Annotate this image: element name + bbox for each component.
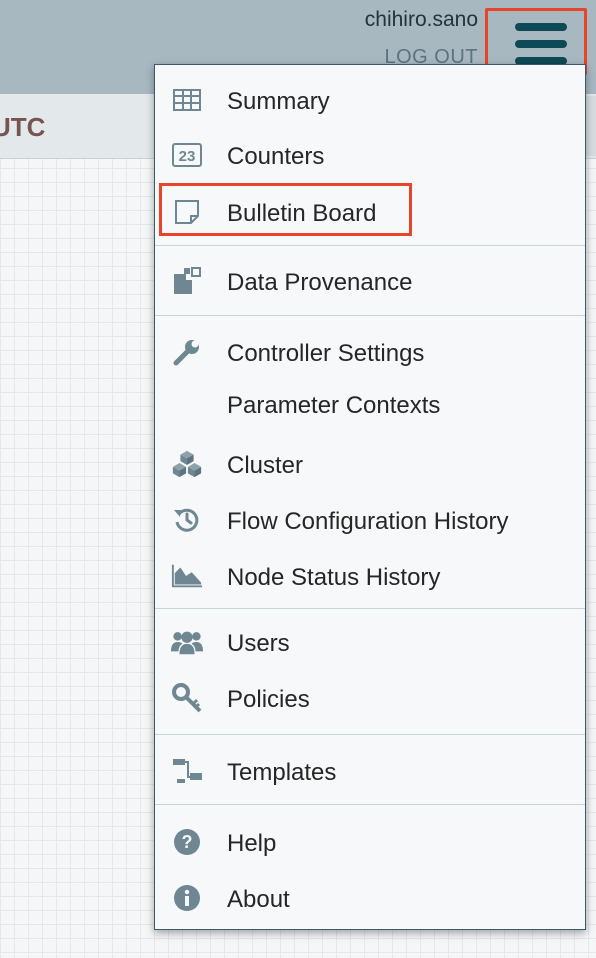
menu-item-label: Node Status History <box>227 564 441 591</box>
area-chart-icon <box>171 560 203 592</box>
menu-divider <box>155 315 585 316</box>
counter-icon: 23 <box>171 139 203 171</box>
cubes-icon <box>171 448 203 480</box>
history-icon <box>171 504 203 536</box>
hamburger-icon <box>515 23 567 31</box>
menu-item-flow-configuration-history[interactable]: Flow Configuration History <box>155 496 585 544</box>
menu-item-label: Help <box>227 830 277 857</box>
menu-item-label: Policies <box>227 686 310 713</box>
menu-divider <box>155 804 585 805</box>
menu-item-label: About <box>227 886 290 913</box>
svg-text:?: ? <box>182 832 193 852</box>
menu-item-users[interactable]: Users <box>155 618 585 666</box>
menu-divider <box>155 608 585 609</box>
wrench-icon <box>171 336 203 368</box>
menu-item-controller-settings[interactable]: Controller Settings <box>155 328 585 376</box>
menu-item-templates[interactable]: Templates <box>155 747 585 795</box>
menu-item-policies[interactable]: Policies <box>155 674 585 722</box>
bulletin-board-highlight <box>159 183 412 236</box>
menu-item-label: Templates <box>227 759 337 786</box>
menu-item-label: Controller Settings <box>227 340 425 367</box>
menu-divider <box>155 734 585 735</box>
menu-item-label: Data Provenance <box>227 269 413 296</box>
users-icon <box>171 626 203 658</box>
menu-item-label: Parameter Contexts <box>227 392 441 419</box>
templates-icon <box>171 755 203 787</box>
current-user-name: chihiro.sano <box>364 8 478 31</box>
menu-item-label: Users <box>227 630 290 657</box>
key-icon <box>171 682 203 714</box>
timezone-label: UTC <box>0 112 46 142</box>
menu-item-about[interactable]: About <box>155 874 585 922</box>
menu-item-help[interactable]: ? Help <box>155 818 585 866</box>
menu-divider <box>155 245 585 246</box>
provenance-icon <box>171 265 203 297</box>
menu-item-data-provenance[interactable]: Data Provenance <box>155 257 585 305</box>
menu-item-summary[interactable]: Summary <box>155 76 585 124</box>
question-circle-icon: ? <box>171 826 203 858</box>
info-circle-icon <box>171 882 203 914</box>
table-icon <box>171 84 203 116</box>
menu-item-node-status-history[interactable]: Node Status History <box>155 552 585 600</box>
menu-item-cluster[interactable]: Cluster <box>155 440 585 488</box>
menu-item-label: Flow Configuration History <box>227 508 509 535</box>
menu-item-counters[interactable]: 23 Counters <box>155 131 585 179</box>
menu-item-label: Summary <box>227 88 330 115</box>
svg-text:23: 23 <box>179 148 196 165</box>
hamburger-icon-line <box>515 40 567 48</box>
menu-item-label: Counters <box>227 143 325 170</box>
menu-item-parameter-contexts[interactable]: Parameter Contexts <box>155 380 585 428</box>
menu-item-label: Cluster <box>227 452 304 479</box>
